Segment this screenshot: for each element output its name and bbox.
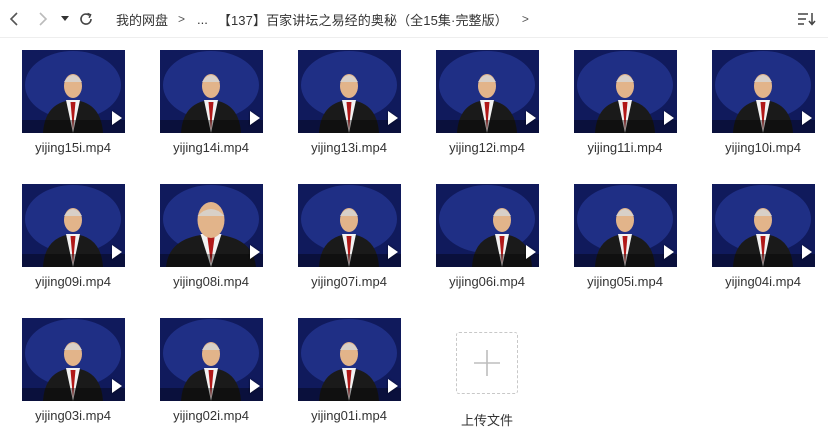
file-name: yijing12i.mp4 — [449, 140, 525, 155]
file-item[interactable]: yijing13i.mp4 — [284, 38, 414, 158]
file-item[interactable]: yijing14i.mp4 — [146, 38, 276, 158]
plus-icon — [474, 350, 500, 376]
file-item[interactable]: yijing09i.mp4 — [8, 172, 138, 292]
video-thumbnail — [436, 50, 539, 133]
navigation-bar: 我的网盘 > ... 【137】百家讲坛之易经的奥秘（全15集·完整版） > — [0, 0, 828, 38]
back-button[interactable] — [4, 9, 24, 29]
refresh-icon — [80, 12, 92, 25]
video-thumbnail — [298, 50, 401, 133]
file-item[interactable]: yijing01i.mp4 — [284, 306, 414, 426]
file-name: yijing07i.mp4 — [311, 274, 387, 289]
video-thumbnail — [436, 184, 539, 267]
file-name: yijing02i.mp4 — [173, 408, 249, 423]
file-item[interactable]: yijing15i.mp4 — [8, 38, 138, 158]
file-item[interactable]: yijing12i.mp4 — [422, 38, 552, 158]
video-thumbnail — [298, 184, 401, 267]
file-name: yijing06i.mp4 — [449, 274, 525, 289]
file-name: yijing05i.mp4 — [587, 274, 663, 289]
video-thumbnail — [298, 318, 401, 401]
file-item[interactable]: yijing03i.mp4 — [8, 306, 138, 426]
chevron-right-icon — [39, 12, 48, 26]
video-thumbnail — [160, 318, 263, 401]
video-thumbnail — [22, 184, 125, 267]
play-icon — [664, 245, 674, 259]
file-item[interactable]: yijing10i.mp4 — [698, 38, 828, 158]
history-dropdown-button[interactable] — [58, 9, 72, 29]
play-icon — [664, 111, 674, 125]
play-icon — [250, 245, 260, 259]
file-name: yijing15i.mp4 — [35, 140, 111, 155]
thumbnail-image — [436, 50, 539, 133]
video-thumbnail — [574, 184, 677, 267]
play-icon — [526, 111, 536, 125]
thumbnail-image — [298, 50, 401, 133]
caret-down-icon — [61, 16, 69, 21]
breadcrumb-current-folder[interactable]: 【137】百家讲坛之易经的奥秘（全15集·完整版） — [218, 10, 508, 29]
thumbnail-image — [22, 318, 125, 401]
file-name: yijing14i.mp4 — [173, 140, 249, 155]
thumbnail-image — [436, 184, 539, 267]
play-icon — [388, 245, 398, 259]
file-name: yijing08i.mp4 — [173, 274, 249, 289]
thumbnail-image — [712, 184, 815, 267]
thumbnail-image — [160, 50, 263, 133]
file-item[interactable]: yijing11i.mp4 — [560, 38, 690, 158]
thumbnail-image — [298, 184, 401, 267]
breadcrumb-root[interactable]: 我的网盘 — [116, 10, 168, 29]
chevron-left-icon — [9, 12, 18, 26]
file-name: yijing10i.mp4 — [725, 140, 801, 155]
play-icon — [802, 245, 812, 259]
file-item[interactable]: yijing04i.mp4 — [698, 172, 828, 292]
file-name: yijing01i.mp4 — [311, 408, 387, 423]
file-item[interactable]: yijing05i.mp4 — [560, 172, 690, 292]
thumbnail-image — [160, 184, 263, 267]
breadcrumb-separator: > — [178, 12, 186, 26]
upload-label: 上传文件 — [460, 413, 513, 428]
play-icon — [802, 111, 812, 125]
play-icon — [112, 245, 122, 259]
play-icon — [112, 379, 122, 393]
file-name: yijing09i.mp4 — [35, 274, 111, 289]
video-thumbnail — [160, 184, 263, 267]
sort-button[interactable] — [796, 9, 818, 29]
thumbnail-image — [574, 50, 677, 133]
play-icon — [250, 379, 260, 393]
play-icon — [526, 245, 536, 259]
upload-button[interactable] — [456, 332, 518, 394]
play-icon — [112, 111, 122, 125]
thumbnail-image — [298, 318, 401, 401]
video-thumbnail — [712, 184, 815, 267]
play-icon — [388, 111, 398, 125]
breadcrumb: 我的网盘 > ... 【137】百家讲坛之易经的奥秘（全15集·完整版） > — [116, 0, 541, 38]
file-name: yijing13i.mp4 — [311, 140, 387, 155]
video-thumbnail — [712, 50, 815, 133]
thumbnail-image — [22, 184, 125, 267]
video-thumbnail — [160, 50, 263, 133]
file-name: yijing04i.mp4 — [725, 274, 801, 289]
file-item[interactable]: yijing08i.mp4 — [146, 172, 276, 292]
breadcrumb-separator: > — [521, 12, 529, 26]
thumbnail-image — [160, 318, 263, 401]
file-item[interactable]: yijing06i.mp4 — [422, 172, 552, 292]
play-icon — [388, 379, 398, 393]
file-item[interactable]: yijing02i.mp4 — [146, 306, 276, 426]
forward-button[interactable] — [33, 9, 53, 29]
video-thumbnail — [22, 318, 125, 401]
breadcrumb-ellipsis[interactable]: ... — [197, 12, 208, 27]
file-name: yijing11i.mp4 — [587, 140, 663, 155]
thumbnail-image — [22, 50, 125, 133]
file-item[interactable]: yijing07i.mp4 — [284, 172, 414, 292]
sort-list-icon — [798, 13, 816, 26]
thumbnail-image — [712, 50, 815, 133]
thumbnail-image — [574, 184, 677, 267]
file-name: yijing03i.mp4 — [35, 408, 111, 423]
video-thumbnail — [574, 50, 677, 133]
video-thumbnail — [22, 50, 125, 133]
refresh-button[interactable] — [76, 9, 96, 29]
play-icon — [250, 111, 260, 125]
